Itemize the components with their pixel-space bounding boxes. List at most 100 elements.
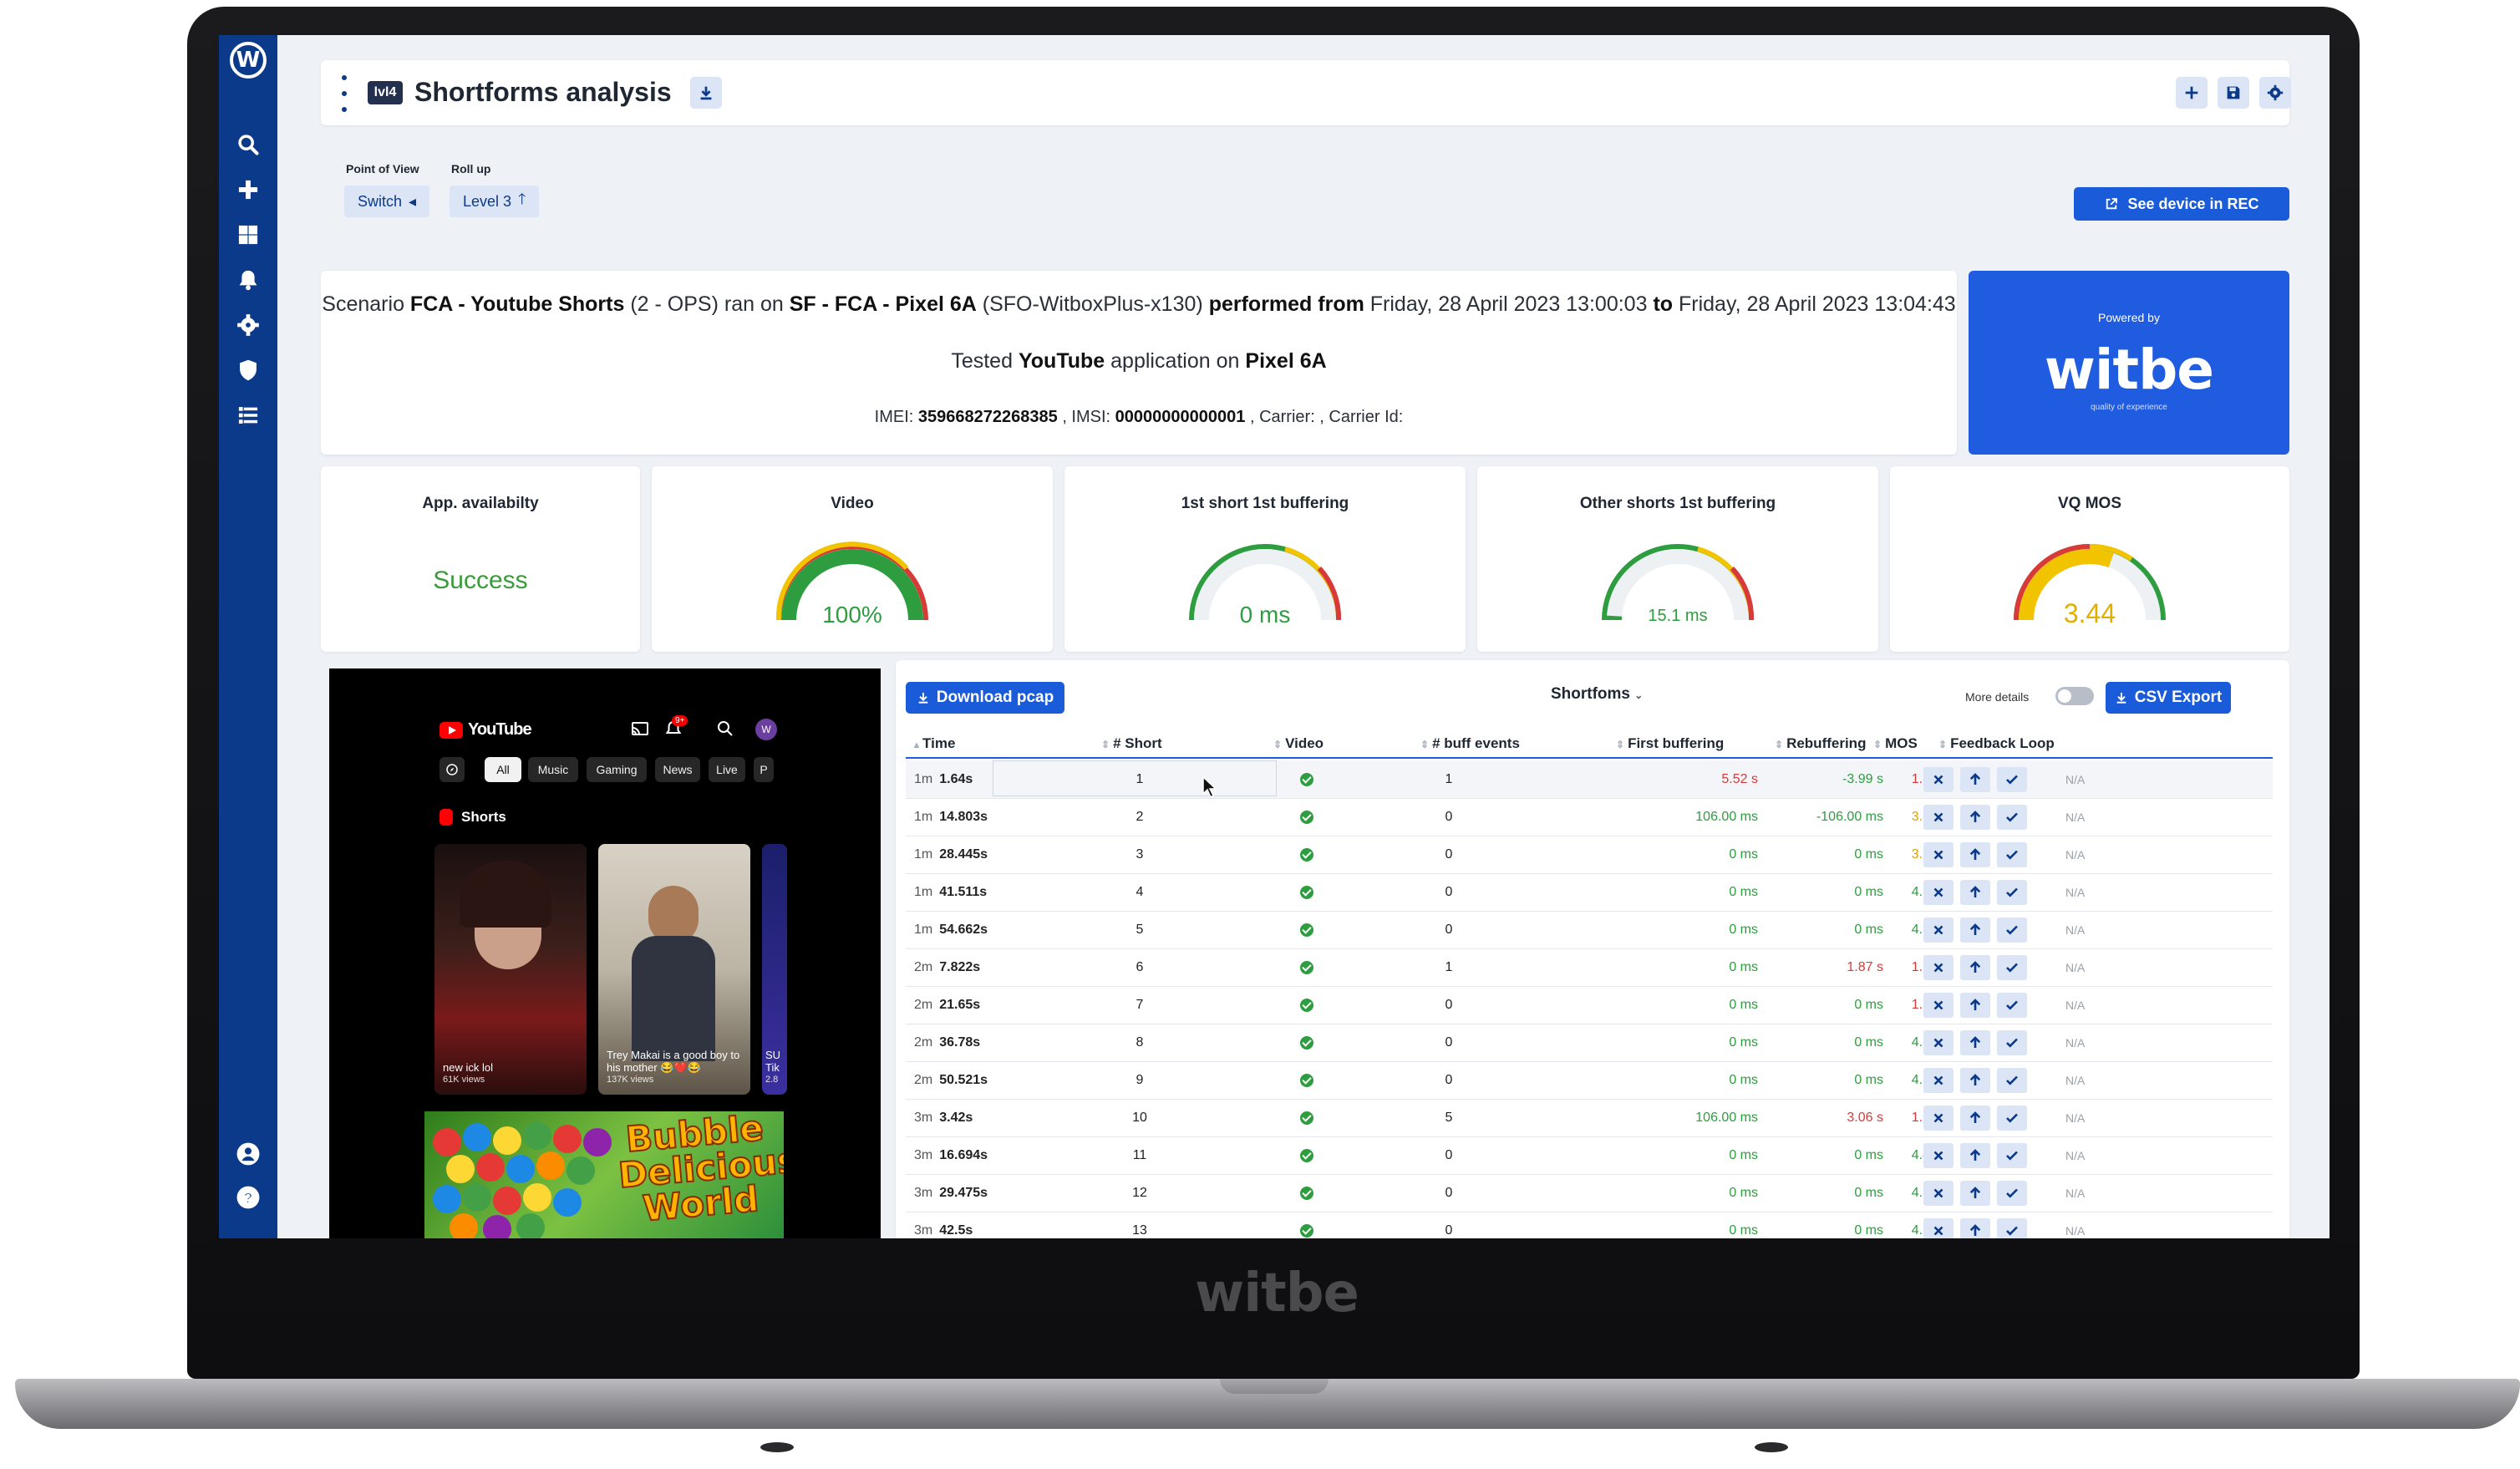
yt-chip-more[interactable]: P: [754, 757, 774, 782]
short-thumbnail[interactable]: Trey Makai is a good boy to his mother 😂…: [598, 844, 750, 1095]
reject-button[interactable]: [1923, 1068, 1954, 1093]
column-header-time[interactable]: ▴ Time: [914, 735, 955, 752]
approve-button[interactable]: [1997, 1181, 2027, 1206]
escalate-button[interactable]: [1960, 917, 1990, 943]
escalate-button[interactable]: [1960, 880, 1990, 905]
yt-chip-all[interactable]: All: [485, 757, 521, 782]
download-pcap-button[interactable]: Download pcap: [906, 682, 1064, 714]
table-row[interactable]: 3m 3.42s 10 5 106.00 ms 3.06 s 1.2 N/A: [906, 1099, 2273, 1137]
approve-button[interactable]: [1997, 880, 2027, 905]
escalate-button[interactable]: [1960, 1143, 1990, 1168]
table-row[interactable]: 3m 42.5s 13 0 0 ms 0 ms 4.3 N/A: [906, 1212, 2273, 1238]
escalate-button[interactable]: [1960, 993, 1990, 1018]
approve-button[interactable]: [1997, 1106, 2027, 1131]
column-header-feedback-loop[interactable]: ⇕ Feedback Loop: [1938, 735, 2055, 752]
approve-button[interactable]: [1997, 805, 2027, 830]
reject-button[interactable]: [1923, 805, 1954, 830]
approve-button[interactable]: [1997, 993, 2027, 1018]
reject-button[interactable]: [1923, 993, 1954, 1018]
short-thumbnail[interactable]: SU Tik 2.8: [762, 844, 787, 1095]
approve-button[interactable]: [1997, 917, 2027, 943]
task-list-icon[interactable]: [236, 403, 261, 428]
yt-chip-news[interactable]: News: [655, 757, 700, 782]
reject-button[interactable]: [1923, 1181, 1954, 1206]
reject-button[interactable]: [1923, 880, 1954, 905]
download-icon[interactable]: [690, 77, 722, 109]
user-avatar-icon[interactable]: [236, 1141, 261, 1167]
table-row[interactable]: 3m 29.475s 12 0 0 ms 0 ms 4.6 N/A: [906, 1174, 2273, 1212]
escalate-button[interactable]: [1960, 842, 1990, 867]
video-status-cell: [1298, 1174, 1315, 1212]
reject-button[interactable]: [1923, 955, 1954, 980]
escalate-button[interactable]: [1960, 767, 1990, 792]
column-header-video[interactable]: ⇕ Video: [1273, 735, 1324, 752]
point-of-view-value: Switch: [358, 192, 403, 210]
shield-icon[interactable]: [236, 358, 261, 383]
more-details-toggle[interactable]: [2055, 687, 2094, 705]
table-row[interactable]: 2m 36.78s 8 0 0 ms 0 ms 4.5 N/A: [906, 1024, 2273, 1062]
approve-button[interactable]: [1997, 1143, 2027, 1168]
gear-icon[interactable]: [236, 313, 261, 338]
point-of-view-switch[interactable]: Switch ◂: [344, 186, 430, 217]
cast-icon[interactable]: [630, 719, 655, 744]
approve-button[interactable]: [1997, 842, 2027, 867]
reject-button[interactable]: [1923, 1218, 1954, 1238]
table-row[interactable]: 1m 54.662s 5 0 0 ms 0 ms 4.5 N/A: [906, 911, 2273, 949]
game-ad-banner[interactable]: Bubble Delicious World: [424, 1111, 784, 1238]
roll-up-level[interactable]: Level 3 🡑: [450, 186, 540, 217]
yt-avatar[interactable]: W: [755, 719, 777, 740]
approve-button[interactable]: [1997, 1030, 2027, 1055]
escalate-button[interactable]: [1960, 1068, 1990, 1093]
see-device-in-rec-button[interactable]: See device in REC: [2074, 187, 2289, 221]
column-header-first-buffering[interactable]: ⇕ First buffering: [1616, 735, 1724, 752]
device-screen-capture[interactable]: YouTube 9+ W All Music Gaming News Live …: [329, 668, 881, 1238]
yt-chip-live[interactable]: Live: [709, 757, 745, 782]
reject-button[interactable]: [1923, 842, 1954, 867]
escalate-button[interactable]: [1960, 805, 1990, 830]
yt-search-icon[interactable]: [715, 719, 740, 744]
csv-export-button[interactable]: CSV Export: [2106, 682, 2231, 714]
column-header-rebuffering[interactable]: ⇕ Rebuffering: [1775, 735, 1866, 752]
table-row[interactable]: 3m 16.694s 11 0 0 ms 0 ms 4.4 N/A: [906, 1136, 2273, 1175]
table-title-dropdown[interactable]: Shortfoms ⌄: [1551, 685, 1643, 704]
bell-icon[interactable]: [236, 267, 261, 292]
reject-button[interactable]: [1923, 1143, 1954, 1168]
check-icon: [2006, 1038, 2018, 1048]
column-header-short[interactable]: ⇕ # Short: [1101, 735, 1162, 752]
yt-chip-gaming[interactable]: Gaming: [587, 757, 647, 782]
settings-button[interactable]: [2259, 77, 2291, 109]
approve-button[interactable]: [1997, 767, 2027, 792]
reject-button[interactable]: [1923, 1030, 1954, 1055]
column-header-mos[interactable]: ⇕ MOS: [1873, 735, 1918, 752]
plus-icon[interactable]: [236, 177, 261, 202]
table-row[interactable]: 1m 1.64s 1 1 5.52 s -3.99 s 1.3 N/A: [906, 760, 2273, 799]
escalate-button[interactable]: [1960, 1106, 1990, 1131]
app-logo[interactable]: W: [230, 42, 267, 79]
table-row[interactable]: 1m 14.803s 2 0 106.00 ms -106.00 ms 3.8 N/A: [906, 798, 2273, 836]
kebab-menu-icon[interactable]: [341, 75, 348, 112]
short-thumbnail[interactable]: new ick lol 61K views: [434, 844, 587, 1095]
dashboard-icon[interactable]: [236, 222, 261, 247]
explore-compass-icon[interactable]: [439, 757, 465, 782]
column-header-buff-events[interactable]: ⇕ # buff events: [1420, 735, 1520, 752]
help-icon[interactable]: ?: [236, 1185, 261, 1210]
table-row[interactable]: 2m 50.521s 9 0 0 ms 0 ms 4.5 N/A: [906, 1061, 2273, 1100]
escalate-button[interactable]: [1960, 955, 1990, 980]
approve-button[interactable]: [1997, 955, 2027, 980]
reject-button[interactable]: [1923, 917, 1954, 943]
yt-chip-music[interactable]: Music: [528, 757, 578, 782]
table-row[interactable]: 2m 21.65s 7 0 0 ms 0 ms 1.2 N/A: [906, 986, 2273, 1024]
reject-button[interactable]: [1923, 1106, 1954, 1131]
approve-button[interactable]: [1997, 1218, 2027, 1238]
escalate-button[interactable]: [1960, 1181, 1990, 1206]
escalate-button[interactable]: [1960, 1030, 1990, 1055]
escalate-button[interactable]: [1960, 1218, 1990, 1238]
search-icon[interactable]: [236, 132, 261, 157]
table-row[interactable]: 1m 41.511s 4 0 0 ms 0 ms 4.2 N/A: [906, 873, 2273, 912]
table-row[interactable]: 2m 7.822s 6 1 0 ms 1.87 s 1.6 N/A: [906, 948, 2273, 987]
approve-button[interactable]: [1997, 1068, 2027, 1093]
add-button[interactable]: [2176, 77, 2208, 109]
table-row[interactable]: 1m 28.445s 3 0 0 ms 0 ms 3.1 N/A: [906, 836, 2273, 874]
save-button[interactable]: [2218, 77, 2249, 109]
reject-button[interactable]: [1923, 767, 1954, 792]
